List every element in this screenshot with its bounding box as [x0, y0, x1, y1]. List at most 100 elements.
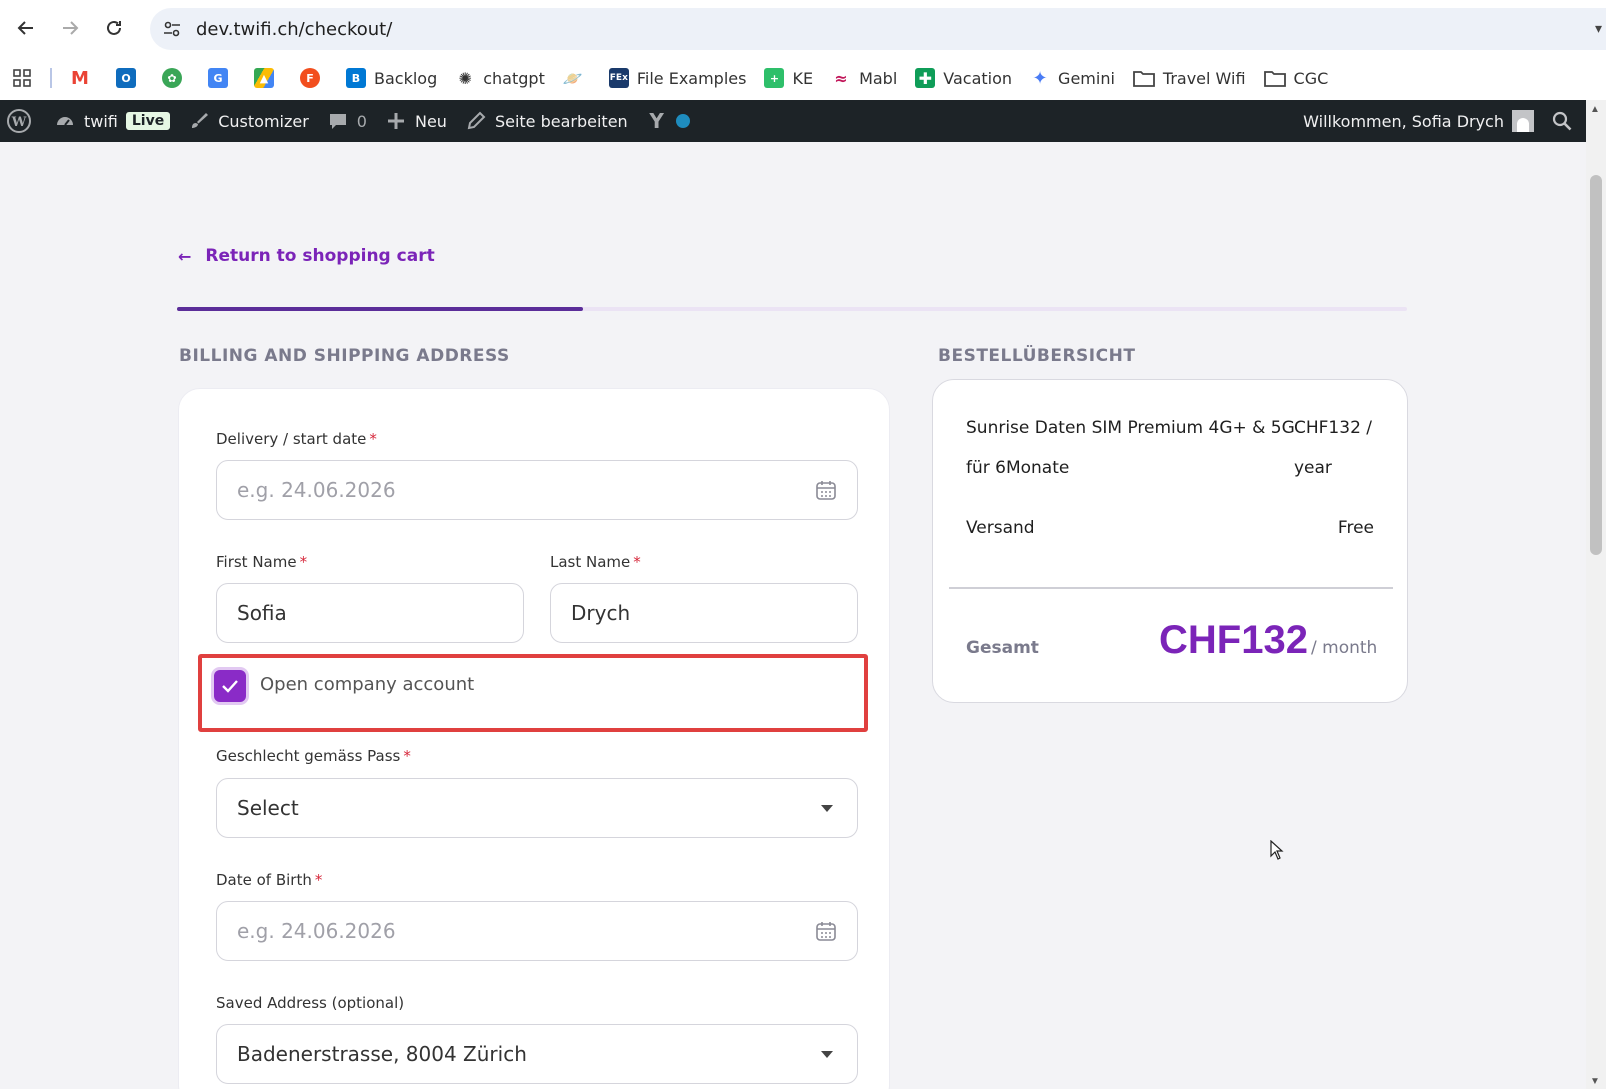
- order-summary-card: Sunrise Daten SIM Premium 4G+ & 5G für 6…: [932, 379, 1408, 703]
- calendar-icon[interactable]: [815, 479, 837, 501]
- dob-label: Date of Birth *: [216, 871, 322, 889]
- wp-yoast[interactable]: Y: [646, 109, 690, 133]
- google-drive-icon: ▲: [254, 68, 274, 88]
- bookmark-frog[interactable]: ✿: [162, 68, 190, 88]
- scrollbar-thumb[interactable]: [1590, 175, 1602, 555]
- wordpress-icon: W: [7, 109, 31, 133]
- gender-label: Geschlecht gemäss Pass *: [216, 747, 411, 765]
- gmail-icon: M: [70, 67, 90, 89]
- wp-site-menu[interactable]: twifi Live: [54, 110, 171, 132]
- required-mark: *: [633, 553, 641, 571]
- product-price-line2: year: [1294, 458, 1332, 478]
- bookmark-drive[interactable]: ▲: [254, 68, 282, 88]
- address-bar[interactable]: dev.twifi.ch/checkout/ ▾: [150, 8, 1606, 50]
- page-scrollbar[interactable]: ▲ ▼: [1586, 100, 1606, 1089]
- saved-address-select[interactable]: Badenerstrasse, 8004 Zürich: [216, 1024, 858, 1084]
- wp-welcome[interactable]: Willkommen, Sofia Drych: [1303, 112, 1504, 131]
- comment-bubble-icon: [327, 110, 349, 132]
- wp-site-name: twifi: [84, 111, 118, 131]
- planet-icon: 🪐: [562, 68, 583, 88]
- saved-address-value: Badenerstrasse, 8004 Zürich: [237, 1042, 527, 1066]
- bookmark-label: Mabl: [859, 68, 898, 88]
- bookmark-file-examples[interactable]: FEx File Examples: [608, 68, 747, 88]
- apps-grid-icon: [13, 69, 31, 87]
- yoast-icon: Y: [649, 109, 664, 133]
- product-price-line1: CHF132 /: [1294, 418, 1373, 438]
- billing-section-title: BILLING AND SHIPPING ADDRESS: [179, 346, 510, 366]
- product-name-line1: Sunrise Daten SIM Premium 4G+ & 5G: [966, 418, 1295, 438]
- total-unit: / month: [1311, 638, 1378, 658]
- bookmark-cgc[interactable]: CGC: [1263, 69, 1328, 88]
- scroll-down-icon[interactable]: ▼: [1590, 1076, 1600, 1087]
- ke-icon: +: [764, 68, 785, 88]
- bookmark-gemini[interactable]: ✦ Gemini: [1030, 68, 1115, 89]
- back-arrow-icon: [17, 21, 33, 35]
- bookmark-mabl[interactable]: ≈ Mabl: [831, 68, 897, 88]
- shipping-label: Versand: [966, 518, 1035, 538]
- chevron-down-icon[interactable]: ▾: [1595, 20, 1602, 37]
- scroll-up-icon[interactable]: ▲: [1590, 104, 1600, 115]
- bookmark-chatgpt[interactable]: ✺ chatgpt: [455, 68, 545, 88]
- first-name-label: First Name *: [216, 553, 307, 571]
- company-account-label[interactable]: Open company account: [260, 674, 474, 695]
- wp-comments[interactable]: 0: [327, 110, 367, 132]
- dob-input[interactable]: e.g. 24.06.2026: [216, 901, 858, 961]
- apps-button[interactable]: [12, 68, 32, 88]
- bookmark-planet[interactable]: 🪐: [562, 68, 591, 88]
- calendar-icon[interactable]: [815, 920, 837, 942]
- avatar[interactable]: [1512, 110, 1534, 132]
- status-dot-icon: [675, 114, 690, 128]
- first-name-input[interactable]: Sofia: [216, 583, 524, 643]
- plus-icon: [385, 110, 407, 132]
- file-examples-icon: FEx: [608, 68, 629, 88]
- wp-customizer[interactable]: Customizer: [188, 110, 309, 132]
- url-text: dev.twifi.ch/checkout/: [196, 18, 393, 40]
- brush-icon: [188, 110, 210, 132]
- bookmark-ke[interactable]: + KE: [764, 68, 813, 88]
- search-icon[interactable]: [1552, 111, 1572, 131]
- required-mark: *: [314, 871, 323, 889]
- bookmark-travel-wifi[interactable]: Travel Wifi: [1133, 69, 1246, 88]
- bookmark-vacation[interactable]: ✚ Vacation: [915, 68, 1012, 88]
- bookmark-backlog[interactable]: B Backlog: [346, 68, 437, 88]
- product-name: Sunrise Daten SIM Premium 4G+ & 5G für 6…: [966, 408, 1295, 488]
- total-price: CHF132: [1159, 618, 1308, 662]
- checkout-progress-bar: [177, 307, 1407, 311]
- wp-edit-page[interactable]: Seite bearbeiten: [465, 110, 628, 132]
- bookmarks-separator: [50, 68, 52, 88]
- reload-button[interactable]: [100, 14, 128, 42]
- product-price: CHF132 / year: [1294, 408, 1372, 488]
- gender-select[interactable]: Select: [216, 778, 858, 838]
- summary-divider: [949, 587, 1393, 589]
- chatgpt-icon: ✺: [455, 68, 476, 88]
- bookmark-label: File Examples: [636, 68, 747, 88]
- bookmarks-bar: M O ✿ G ▲ F B Backlog ✺ chatgpt 🪐 FEx File …: [0, 56, 1606, 100]
- dropdown-caret-icon: [821, 1051, 833, 1058]
- required-mark: *: [299, 553, 308, 571]
- delivery-date-input[interactable]: e.g. 24.06.2026: [216, 460, 858, 520]
- forward-button[interactable]: [56, 14, 84, 42]
- delivery-date-label: Delivery / start date *: [216, 430, 377, 448]
- wp-logo-button[interactable]: W: [6, 108, 32, 134]
- bookmark-gmail[interactable]: M: [70, 67, 98, 89]
- dob-label-text: Date of Birth: [216, 871, 312, 889]
- company-account-checkbox[interactable]: [214, 670, 246, 702]
- bookmark-figma[interactable]: F: [300, 68, 328, 88]
- arrow-left-icon: ←: [178, 246, 192, 266]
- gemini-icon: ✦: [1030, 68, 1051, 89]
- outlook-icon: O: [116, 68, 136, 88]
- back-button[interactable]: [12, 14, 40, 42]
- folder-icon: [1133, 71, 1155, 87]
- forward-arrow-icon: [63, 21, 79, 35]
- total-label: Gesamt: [966, 638, 1039, 658]
- bookmark-outlook[interactable]: O: [116, 68, 144, 88]
- wp-new[interactable]: Neu: [385, 110, 447, 132]
- reload-icon: [107, 20, 121, 35]
- return-to-cart-link[interactable]: ← Return to shopping cart: [178, 246, 435, 266]
- required-mark: *: [369, 430, 377, 448]
- bookmark-translate[interactable]: G: [208, 68, 236, 88]
- last-name-input[interactable]: Drych: [550, 583, 858, 643]
- wp-admin-bar: W twifi Live Customizer 0 Neu Seite bear…: [0, 100, 1586, 142]
- google-translate-icon: G: [208, 68, 228, 88]
- site-settings-icon[interactable]: [162, 19, 182, 39]
